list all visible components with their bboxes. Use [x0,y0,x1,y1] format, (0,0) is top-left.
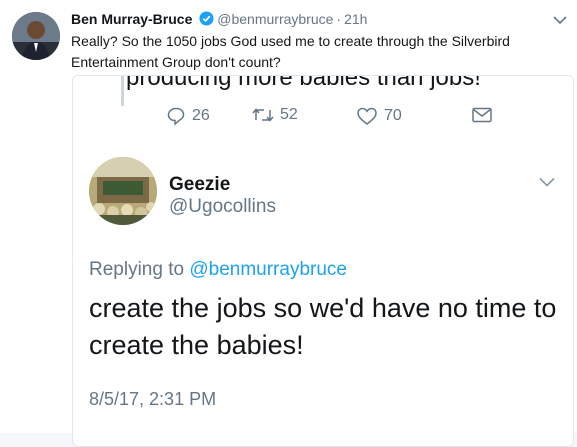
retweet-button[interactable]: 52 [252,106,298,124]
author-name[interactable]: Ben Murray-Bruce [71,11,192,27]
reply-icon [167,107,185,126]
like-count: 70 [384,107,402,124]
action-bar: 26 52 70 [166,106,506,130]
replying-mention-link[interactable]: @benmurraybruce [189,259,347,280]
reply-button[interactable]: 26 [166,106,210,126]
tweet-card: Ben Murray-Bruce @benmurraybruce · 21h Rea… [0,0,577,447]
reply-count: 26 [192,107,210,124]
envelope-icon [472,107,492,123]
quoted-tweet[interactable]: producing more babies than jobs! 26 52 7… [72,75,574,447]
replying-prefix: Replying to [89,259,190,280]
quoted-author-handle[interactable]: @Ugocollins [169,196,276,218]
thread-line [121,76,124,106]
like-button[interactable]: 70 [356,106,402,126]
tweet-time[interactable]: 21h [344,11,367,27]
quoted-tweet-date[interactable]: 8/5/17, 2:31 PM [89,389,216,410]
author-handle[interactable]: @benmurraybruce [217,11,333,27]
retweet-count: 52 [280,106,298,123]
quoted-clipped-text: producing more babies than jobs! [126,75,481,91]
replying-to: Replying to @benmurraybruce [89,259,347,281]
tweet-header: Ben Murray-Bruce @benmurraybruce · 21h [71,10,367,30]
quoted-chevron-down-icon[interactable] [539,174,555,192]
tweet-text: Really? So the 1050 jobs God used me to … [71,33,510,70]
separator-dot: · [336,11,342,27]
retweet-icon [252,108,274,122]
quoted-author-avatar[interactable] [89,157,157,225]
message-button[interactable] [471,106,499,124]
quoted-tweet-text: create the jobs so we'd have no time to … [89,293,557,360]
author-avatar[interactable] [12,12,60,60]
quoted-author-name[interactable]: Geezie [169,174,230,196]
chevron-down-icon[interactable] [553,12,567,30]
heart-icon [357,107,377,125]
verified-badge-icon [199,11,214,30]
